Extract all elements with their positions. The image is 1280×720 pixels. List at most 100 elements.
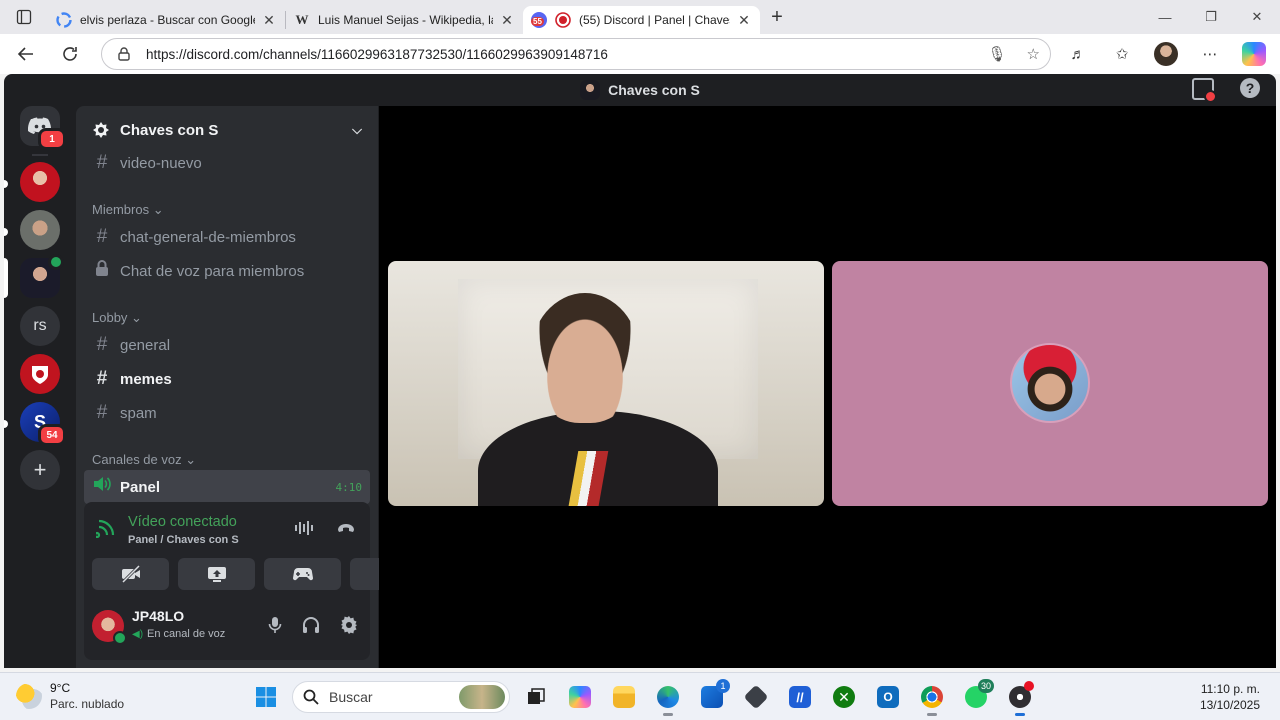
tab-actions-button[interactable] bbox=[0, 0, 48, 34]
favorite-star-icon[interactable]: ☆ bbox=[1027, 45, 1040, 63]
server-icon-blue-s[interactable]: S 54 bbox=[20, 402, 66, 446]
wikipedia-icon: W bbox=[295, 12, 309, 27]
back-button[interactable] bbox=[8, 36, 44, 72]
server-icon-red-jersey[interactable] bbox=[20, 162, 60, 202]
file-explorer-app[interactable] bbox=[606, 679, 642, 715]
whatsapp-app[interactable]: 30 bbox=[958, 679, 994, 715]
server-icon-rs[interactable]: rs bbox=[20, 306, 60, 346]
category-miembros[interactable]: Miembros ⌄ bbox=[92, 202, 164, 218]
copilot-icon[interactable] bbox=[1240, 40, 1268, 68]
share-screen-button[interactable] bbox=[178, 558, 255, 590]
system-clock[interactable]: 11:10 p. m. 13/10/2025 bbox=[1200, 681, 1260, 713]
weather-widget[interactable]: 9°C Parc. nublado bbox=[16, 681, 124, 711]
outlook-app[interactable]: O bbox=[870, 679, 906, 715]
favorites-icon[interactable]: ✩ bbox=[1108, 40, 1136, 68]
video-tile-camera[interactable] bbox=[388, 261, 824, 506]
taskbar-search[interactable]: Buscar bbox=[292, 681, 510, 713]
server-rail: 1 rs S 54 + bbox=[4, 106, 76, 668]
apex-app[interactable]: // bbox=[782, 679, 818, 715]
toggle-camera-button[interactable] bbox=[92, 558, 169, 590]
reload-button[interactable] bbox=[52, 36, 88, 72]
xbox-app[interactable]: ✕ bbox=[826, 679, 862, 715]
inbox-icon[interactable] bbox=[1192, 78, 1217, 103]
tab-title: (55) Discord | Panel | Chaves bbox=[579, 13, 730, 27]
voice-status[interactable]: Vídeo conectado bbox=[128, 514, 237, 530]
new-tab-button[interactable]: + bbox=[760, 0, 794, 34]
store-app[interactable]: 1 bbox=[694, 679, 730, 715]
xbox-icon: ✕ bbox=[833, 686, 855, 708]
category-name: Miembros bbox=[92, 202, 150, 217]
video-tile-avatar[interactable] bbox=[832, 261, 1268, 506]
voice-channel-panel[interactable]: Panel 4:10 bbox=[84, 470, 370, 504]
cube-app[interactable] bbox=[738, 679, 774, 715]
crest-icon bbox=[32, 366, 48, 384]
extensions-icon[interactable]: ♬ bbox=[1064, 40, 1092, 68]
hash-icon: # bbox=[96, 334, 108, 355]
channel-video-nuevo[interactable]: # video-nuevo bbox=[84, 146, 370, 180]
username[interactable]: JP48LO bbox=[132, 608, 184, 624]
microphone-icon[interactable]: 🎙 bbox=[988, 45, 1007, 63]
noise-suppression-icon[interactable] bbox=[294, 520, 314, 540]
omnibox[interactable]: https://discord.com/channels/11660299631… bbox=[101, 38, 1051, 70]
tab-discord[interactable]: 55 (55) Discord | Panel | Chaves ✕ bbox=[523, 6, 760, 34]
close-tab-icon[interactable]: ✕ bbox=[261, 12, 277, 29]
settings-gear-icon[interactable] bbox=[340, 616, 358, 639]
windows-taskbar: 9°C Parc. nublado Buscar 1 // ✕ O 30 11:… bbox=[0, 672, 1280, 720]
video-stage bbox=[379, 106, 1276, 668]
obs-app[interactable] bbox=[1002, 679, 1038, 716]
task-view-button[interactable] bbox=[518, 679, 554, 715]
whatsapp-badge: 30 bbox=[977, 679, 994, 693]
start-button[interactable] bbox=[248, 679, 284, 715]
user-status: ◀) En canal de voz bbox=[132, 628, 225, 640]
server-icon-red-crest[interactable] bbox=[20, 354, 60, 394]
disconnect-icon[interactable] bbox=[336, 520, 356, 540]
participant-avatar bbox=[1010, 343, 1090, 423]
voice-location[interactable]: Panel / Chaves con S bbox=[128, 534, 239, 546]
connection-signal-icon[interactable] bbox=[93, 516, 120, 540]
category-name: Canales de voz bbox=[92, 452, 182, 467]
tab-wikipedia[interactable]: W Luis Manuel Seijas - Wikipedia, la ✕ bbox=[286, 6, 523, 34]
restore-button[interactable]: ❐ bbox=[1188, 0, 1234, 34]
activities-button[interactable] bbox=[264, 558, 341, 590]
channel-spam[interactable]: # spam bbox=[84, 396, 370, 430]
tab-google-search[interactable]: elvis perlaza - Buscar con Google ✕ bbox=[48, 6, 285, 34]
channel-chat-general-de-miembros[interactable]: # chat-general-de-miembros bbox=[84, 220, 370, 254]
help-icon[interactable]: ? bbox=[1240, 78, 1260, 98]
discord-app: Chaves con S ? 1 rs S 54 + Chaves con S … bbox=[4, 74, 1276, 668]
channel-name: Panel bbox=[120, 478, 161, 496]
site-info-icon[interactable] bbox=[116, 46, 132, 62]
outlook-icon: O bbox=[877, 686, 899, 708]
camera-off-icon bbox=[121, 565, 140, 583]
channel-general[interactable]: # general bbox=[84, 328, 370, 362]
add-server-button[interactable]: + bbox=[20, 450, 60, 490]
direct-messages-button[interactable]: 1 bbox=[20, 106, 66, 150]
category-name: Lobby bbox=[92, 310, 128, 325]
hash-icon: # bbox=[96, 152, 108, 173]
chrome-app[interactable] bbox=[914, 679, 950, 716]
headphones-icon[interactable] bbox=[302, 616, 320, 639]
close-tab-icon[interactable]: ✕ bbox=[499, 12, 515, 29]
close-window-button[interactable]: ✕ bbox=[1234, 0, 1280, 34]
more-menu-icon[interactable]: ⋯ bbox=[1196, 40, 1224, 68]
tab-badge: 55 bbox=[531, 17, 544, 26]
edge-app[interactable] bbox=[650, 679, 686, 716]
avatar[interactable] bbox=[92, 610, 127, 645]
copilot-app[interactable] bbox=[562, 679, 598, 715]
channel-chat-de-voz-para-miembros[interactable]: Chat de voz para miembros bbox=[84, 254, 370, 288]
speaker-icon: ◀) bbox=[132, 628, 144, 640]
chevron-down-icon[interactable]: ⌵ bbox=[352, 122, 362, 138]
profile-avatar[interactable] bbox=[1152, 40, 1180, 68]
category-lobby[interactable]: Lobby ⌄ bbox=[92, 310, 142, 326]
url-text[interactable]: https://discord.com/channels/11660299631… bbox=[146, 47, 608, 62]
chevron-down-icon: ⌄ bbox=[131, 310, 142, 325]
channel-name: memes bbox=[120, 370, 172, 388]
user-status-text: En canal de voz bbox=[147, 628, 226, 640]
server-icon-chaves-con-s[interactable] bbox=[20, 254, 64, 298]
minimize-button[interactable]: — bbox=[1142, 0, 1188, 34]
channel-name: chat-general-de-miembros bbox=[120, 228, 296, 246]
microphone-icon[interactable] bbox=[268, 616, 282, 639]
server-icon-photo[interactable] bbox=[20, 210, 60, 250]
channel-memes[interactable]: # memes bbox=[84, 362, 370, 396]
close-tab-icon[interactable]: ✕ bbox=[736, 12, 752, 29]
category-canales-de-voz[interactable]: Canales de voz ⌄ bbox=[92, 452, 196, 468]
